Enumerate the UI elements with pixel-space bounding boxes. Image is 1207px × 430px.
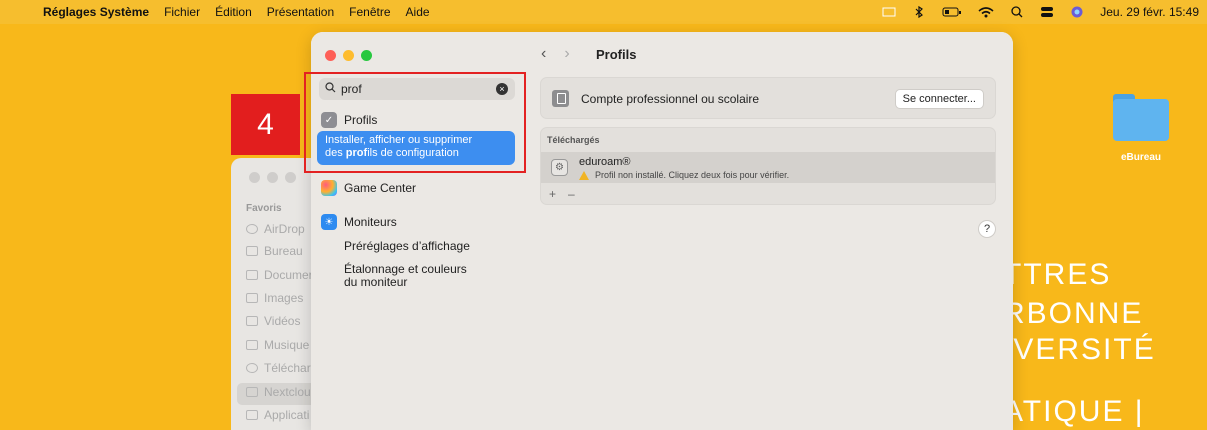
settings-main-pane: ‹ › Profils Compte professionnel ou scol… [524,32,1013,430]
close-window-button[interactable] [325,50,336,61]
remove-profile-button[interactable]: – [568,187,575,201]
menu-aide[interactable]: Aide [406,5,430,19]
finder-item-telechargements[interactable]: Téléchar [246,361,311,375]
sidebar-item-moniteurs[interactable]: ☀ Moniteurs [321,214,397,230]
search-icon[interactable] [1010,6,1024,18]
menu-fichier[interactable]: Fichier [164,5,200,19]
finder-item-applications[interactable]: Applicati [246,408,309,422]
finder-item-documents[interactable]: Documer [246,268,313,282]
siri-icon[interactable] [1070,6,1084,18]
music-icon [246,340,258,350]
ebureau-folder-icon[interactable] [1113,94,1169,142]
favorites-header: Favoris [246,203,282,214]
sidebar-item-game-center[interactable]: Game Center [321,180,416,196]
minimize-window-button[interactable] [343,50,354,61]
forward-chevron-icon[interactable]: › [564,45,569,63]
settings-gear-icon: ⚙ [551,159,568,176]
finder-item-bureau[interactable]: Bureau [246,244,303,258]
profile-status: Profil non installé. Cliquez deux fois p… [579,170,789,180]
wifi-icon[interactable] [978,6,994,18]
finder-traffic-lights [249,172,296,183]
finder-item-musique[interactable]: Musique [246,338,309,352]
document-icon [246,270,258,280]
folder-icon [246,387,258,397]
connect-button[interactable]: Se connecter... [894,89,984,109]
image-icon [246,293,258,303]
menubar-clock[interactable]: Jeu. 29 févr. 15:49 [1100,5,1199,19]
menu-fenetre[interactable]: Fenêtre [349,5,390,19]
sidebar-result-etalonnage[interactable]: Étalonnage et couleurs du moniteur [344,263,467,289]
menu-bar: Réglages Système Fichier Édition Présent… [0,0,1207,24]
monitor-sun-icon: ☀ [321,214,337,230]
wallpaper-text-line: IVERSITÉ [1003,333,1156,366]
finder-item-nextcloud[interactable]: Nextclou [246,385,311,399]
add-remove-controls: + – [549,187,575,201]
downloaded-profiles-card: Téléchargés ⚙ eduroam® Profil non instal… [540,127,996,205]
add-profile-button[interactable]: + [549,187,556,201]
finder-item-airdrop[interactable]: AirDrop [246,222,305,236]
menu-presentation[interactable]: Présentation [267,5,334,19]
wallpaper-text-line: TTRES [1003,258,1112,291]
finder-item-videos[interactable]: Vidéos [246,314,300,328]
id-badge-icon [552,90,569,107]
work-account-label: Compte professionnel ou scolaire [581,92,760,106]
menu-edition[interactable]: Édition [215,5,252,19]
profile-row-eduroam[interactable]: ⚙ eduroam® Profil non installé. Cliquez … [541,152,995,183]
finder-window: Favoris AirDrop Bureau Documer Images Vi… [231,158,321,430]
warning-icon [579,170,589,180]
nav-buttons: ‹ › [541,45,570,63]
zoom-window-button[interactable] [361,50,372,61]
downloaded-header: Téléchargés [547,135,600,145]
finder-item-images[interactable]: Images [246,291,303,305]
work-account-card: Compte professionnel ou scolaire Se conn… [540,77,996,119]
wallpaper-text-line: RBONNE [1003,297,1144,330]
desktop-icon [246,246,258,256]
highlight-box [304,72,526,173]
page-title: Profils [596,47,637,62]
ebureau-folder-label[interactable]: eBureau [1110,152,1172,163]
applications-icon [246,410,258,420]
bluetooth-icon[interactable] [912,5,926,19]
app-menu[interactable]: Réglages Système [43,5,149,19]
game-center-icon [321,180,337,196]
profile-name: eduroam® [579,156,631,168]
video-icon [246,316,258,326]
download-icon [246,363,258,373]
airdrop-icon [246,224,258,234]
back-chevron-icon[interactable]: ‹ [541,45,546,63]
sidebar-result-preferences-affichage[interactable]: Préréglages d’affichage [344,240,470,253]
control-center-icon[interactable] [1040,6,1054,18]
step-number-badge: 4 [231,94,300,155]
window-traffic-lights [325,50,372,61]
wallpaper-text-line: ATIQUE | [1003,395,1145,428]
battery-icon[interactable] [942,6,962,18]
display-icon[interactable] [882,6,896,18]
help-button[interactable]: ? [978,220,996,238]
